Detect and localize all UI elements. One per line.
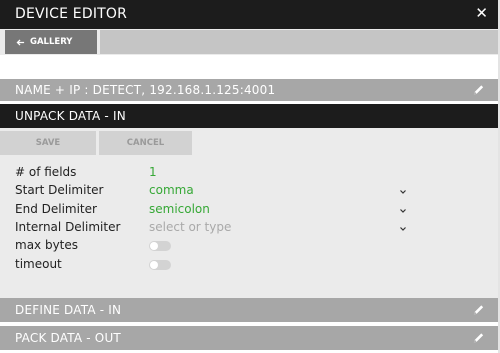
start-delimiter-label: Start Delimiter: [15, 183, 104, 197]
timeout-row: timeout: [15, 257, 415, 275]
gallery-button-label: GALLERY: [30, 37, 73, 47]
toggle-knob: [150, 242, 158, 250]
internal-delimiter-row: Internal Delimiter select or type: [15, 220, 415, 238]
pack-data-label: PACK DATA - OUT: [15, 331, 121, 345]
internal-delimiter-select[interactable]: select or type: [149, 220, 231, 234]
title-bar: DEVICE EDITOR ✕: [0, 0, 498, 29]
end-delimiter-label: End Delimiter: [15, 202, 97, 216]
name-ip-label: NAME + IP : DETECT, 192.168.1.125:4001: [15, 83, 276, 97]
name-ip-section-header[interactable]: NAME + IP : DETECT, 192.168.1.125:4001: [0, 79, 498, 101]
pencil-icon[interactable]: [472, 332, 485, 345]
timeout-label: timeout: [15, 257, 62, 271]
nav-bar: GALLERY: [0, 29, 498, 55]
window-title: DEVICE EDITOR: [15, 6, 128, 22]
timeout-toggle[interactable]: [149, 260, 171, 270]
chevron-down-icon[interactable]: [399, 207, 407, 215]
internal-delimiter-label: Internal Delimiter: [15, 220, 121, 234]
gallery-button[interactable]: GALLERY: [5, 30, 97, 54]
cancel-button[interactable]: CANCEL: [99, 131, 192, 155]
num-fields-label: # of fields: [15, 165, 77, 179]
device-editor-window: DEVICE EDITOR ✕ GALLERY NAME + IP : DETE…: [0, 0, 500, 353]
unpack-data-section-header[interactable]: UNPACK DATA - IN: [0, 104, 498, 128]
chevron-down-icon[interactable]: [399, 188, 407, 196]
define-data-label: DEFINE DATA - IN: [15, 303, 122, 317]
arrow-left-icon: [16, 39, 25, 45]
save-button[interactable]: SAVE: [0, 131, 96, 155]
max-bytes-row: max bytes: [15, 238, 415, 256]
close-icon[interactable]: ✕: [475, 4, 488, 22]
max-bytes-toggle[interactable]: [149, 241, 171, 251]
num-fields-input[interactable]: 1: [149, 165, 157, 179]
nav-fill-bar: [100, 30, 498, 54]
pencil-icon[interactable]: [472, 84, 485, 97]
toggle-knob: [150, 261, 158, 269]
end-delimiter-select[interactable]: semicolon: [149, 202, 210, 216]
define-data-section-header[interactable]: DEFINE DATA - IN: [0, 298, 498, 322]
chevron-down-icon[interactable]: [399, 225, 407, 233]
start-delimiter-row: Start Delimiter comma: [15, 183, 415, 201]
pack-data-section-header[interactable]: PACK DATA - OUT: [0, 326, 498, 350]
max-bytes-label: max bytes: [15, 238, 79, 252]
start-delimiter-select[interactable]: comma: [149, 183, 194, 197]
action-buttons: SAVE CANCEL: [0, 131, 498, 155]
num-fields-row: # of fields 1: [15, 165, 415, 183]
pencil-icon[interactable]: [472, 304, 485, 317]
unpack-data-panel: SAVE CANCEL # of fields 1 Start Delimite…: [0, 128, 498, 298]
end-delimiter-row: End Delimiter semicolon: [15, 202, 415, 220]
unpack-data-label: UNPACK DATA - IN: [15, 109, 126, 123]
